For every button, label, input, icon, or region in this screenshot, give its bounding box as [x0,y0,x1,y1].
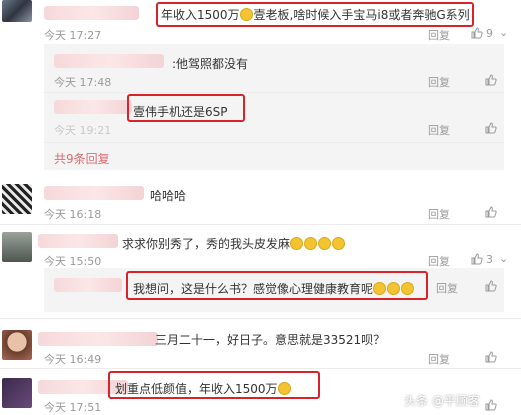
reply-time: 今天 17:48 [54,76,112,89]
reply-button[interactable]: 回复 [428,206,450,222]
thumbs-up-icon[interactable] [485,74,497,86]
comment-time: 今天 17:51 [44,401,102,414]
like-count: 3 [486,253,493,266]
reply-button[interactable]: 回复 [436,280,458,296]
thumbs-up-icon[interactable] [485,351,497,363]
blurred-username[interactable] [38,332,158,346]
face-emoji-icon [332,237,346,250]
avatar[interactable] [2,184,32,214]
avatar[interactable] [2,378,32,408]
thumbs-up-icon[interactable] [485,122,497,134]
more-options-icon[interactable]: ⌄ [499,26,511,39]
divider [44,92,504,93]
view-more-replies-link[interactable]: 共9条回复 [54,150,110,167]
highlight-box [127,94,245,122]
blurred-username[interactable] [54,278,122,292]
thumbs-up-icon[interactable] [485,399,497,411]
highlight-box [126,271,428,300]
watermark: 头条 @平顾客 [404,394,480,408]
reply-button[interactable]: 回复 [428,27,450,43]
reply-button[interactable]: 回复 [428,122,450,138]
reply-button[interactable]: 回复 [428,74,450,90]
divider [0,224,521,225]
blurred-username[interactable] [54,54,164,68]
highlight-box [156,2,474,27]
comment-text: 三月二十一，好日子。意思就是33521呗？ [155,333,386,347]
avatar[interactable] [2,0,32,22]
reply-text: :他驾照都没有 [172,57,249,71]
highlight-box [108,371,320,399]
blurred-username[interactable] [44,186,144,200]
thumbs-up-icon[interactable] [485,280,497,292]
comment-time: 今天 16:49 [44,353,102,366]
face-emoji-icon [290,237,304,250]
more-options-icon[interactable]: ⌄ [499,252,511,265]
divider [0,368,521,369]
blurred-username[interactable] [44,6,139,20]
avatar[interactable] [2,232,32,262]
face-emoji-icon [318,237,332,250]
face-emoji-icon [304,237,318,250]
thumbs-up-icon[interactable] [485,206,497,218]
divider [44,142,504,143]
reply-button[interactable]: 回复 [428,351,450,367]
comment-text: 求求你别秀了，秀的我头皮发麻 [122,235,346,252]
reply-time: 今天 19:21 [54,124,112,137]
comment-text: 哈哈哈 [150,189,187,203]
comment-time: 今天 17:27 [44,29,102,42]
blurred-username[interactable] [54,100,132,114]
thumbs-up-icon[interactable] [471,253,483,265]
comment-time: 今天 15:50 [44,255,102,268]
comment-time: 今天 16:18 [44,208,102,221]
like-count: 9 [486,27,493,40]
reply-button[interactable]: 回复 [428,253,450,269]
avatar[interactable] [2,330,32,360]
blurred-username[interactable] [38,234,118,248]
divider [0,318,521,319]
thumbs-up-icon[interactable] [471,27,483,39]
